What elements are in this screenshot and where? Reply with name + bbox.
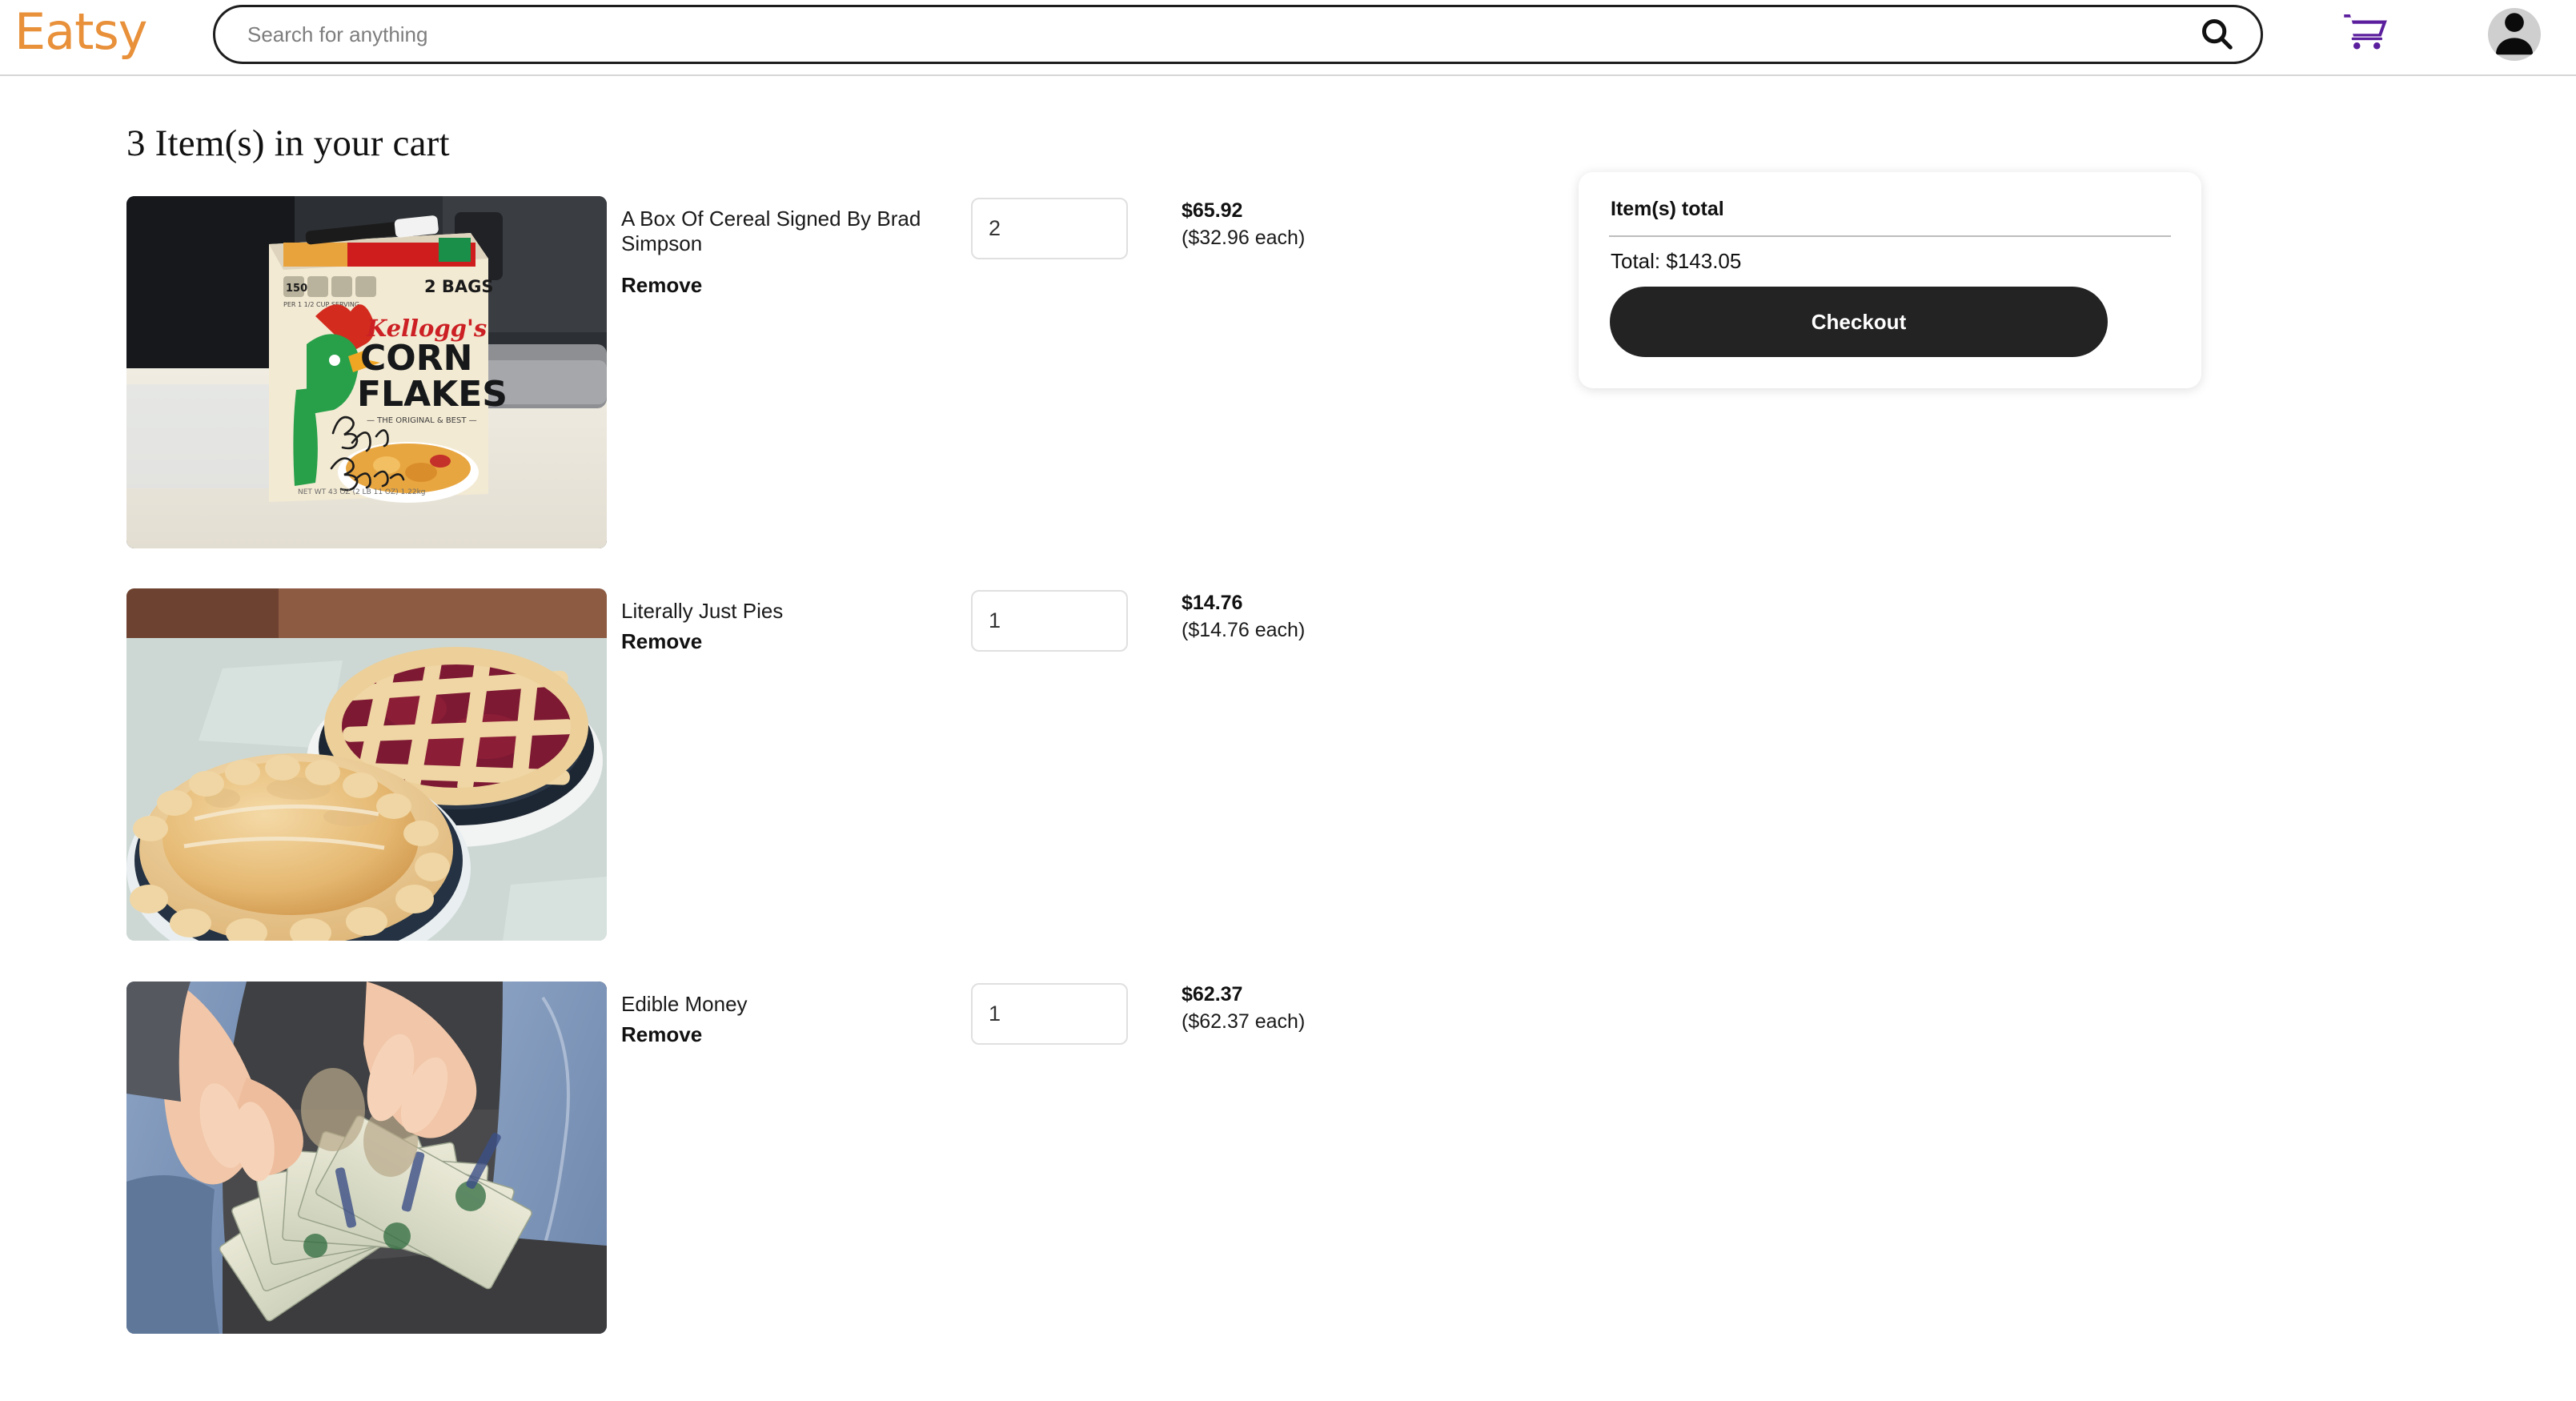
- item-line-total: $62.37: [1182, 983, 1243, 1006]
- product-title[interactable]: A Box Of Cereal Signed By Brad Simpson: [621, 207, 965, 256]
- checkout-button[interactable]: Checkout: [1610, 287, 2108, 357]
- remove-item-button[interactable]: Remove: [621, 1022, 781, 1047]
- quantity-input[interactable]: [971, 983, 1128, 1045]
- order-summary-card: Item(s) total Total: $143.05 Checkout: [1579, 172, 2201, 388]
- svg-text:FLAKES: FLAKES: [357, 374, 508, 415]
- svg-text:NET WT 43 OZ (2 LB 11 OZ) 1.22: NET WT 43 OZ (2 LB 11 OZ) 1.22kg: [298, 488, 426, 496]
- product-thumbnail[interactable]: [126, 982, 607, 1334]
- svg-text:CORN: CORN: [360, 338, 472, 379]
- quantity-input[interactable]: [971, 198, 1128, 259]
- svg-text:— THE ORIGINAL & BEST —: — THE ORIGINAL & BEST —: [367, 416, 477, 425]
- product-title[interactable]: Literally Just Pies: [621, 599, 965, 624]
- item-line-total: $14.76: [1182, 592, 1243, 614]
- item-unit-price: ($32.96 each): [1182, 227, 1306, 249]
- summary-heading: Item(s) total: [1611, 198, 1724, 220]
- svg-text:PER 1 1/2 CUP SERVING: PER 1 1/2 CUP SERVING: [283, 301, 359, 308]
- remove-item-button[interactable]: Remove: [621, 629, 781, 654]
- quantity-input[interactable]: [971, 590, 1128, 652]
- item-unit-price: ($62.37 each): [1182, 1010, 1306, 1033]
- remove-item-button[interactable]: Remove: [621, 273, 781, 298]
- svg-text:2 BAGS: 2 BAGS: [424, 277, 494, 296]
- item-unit-price: ($14.76 each): [1182, 619, 1306, 641]
- summary-divider: [1609, 235, 2171, 237]
- product-title[interactable]: Edible Money: [621, 992, 965, 1017]
- product-thumbnail[interactable]: [126, 588, 607, 941]
- item-line-total: $65.92: [1182, 199, 1243, 222]
- product-thumbnail[interactable]: 150 PER 1 1/2 CUP SERVING 2 BAGS Kellogg…: [126, 196, 607, 548]
- summary-total: Total: $143.05: [1611, 249, 1742, 273]
- svg-text:150: 150: [286, 283, 307, 295]
